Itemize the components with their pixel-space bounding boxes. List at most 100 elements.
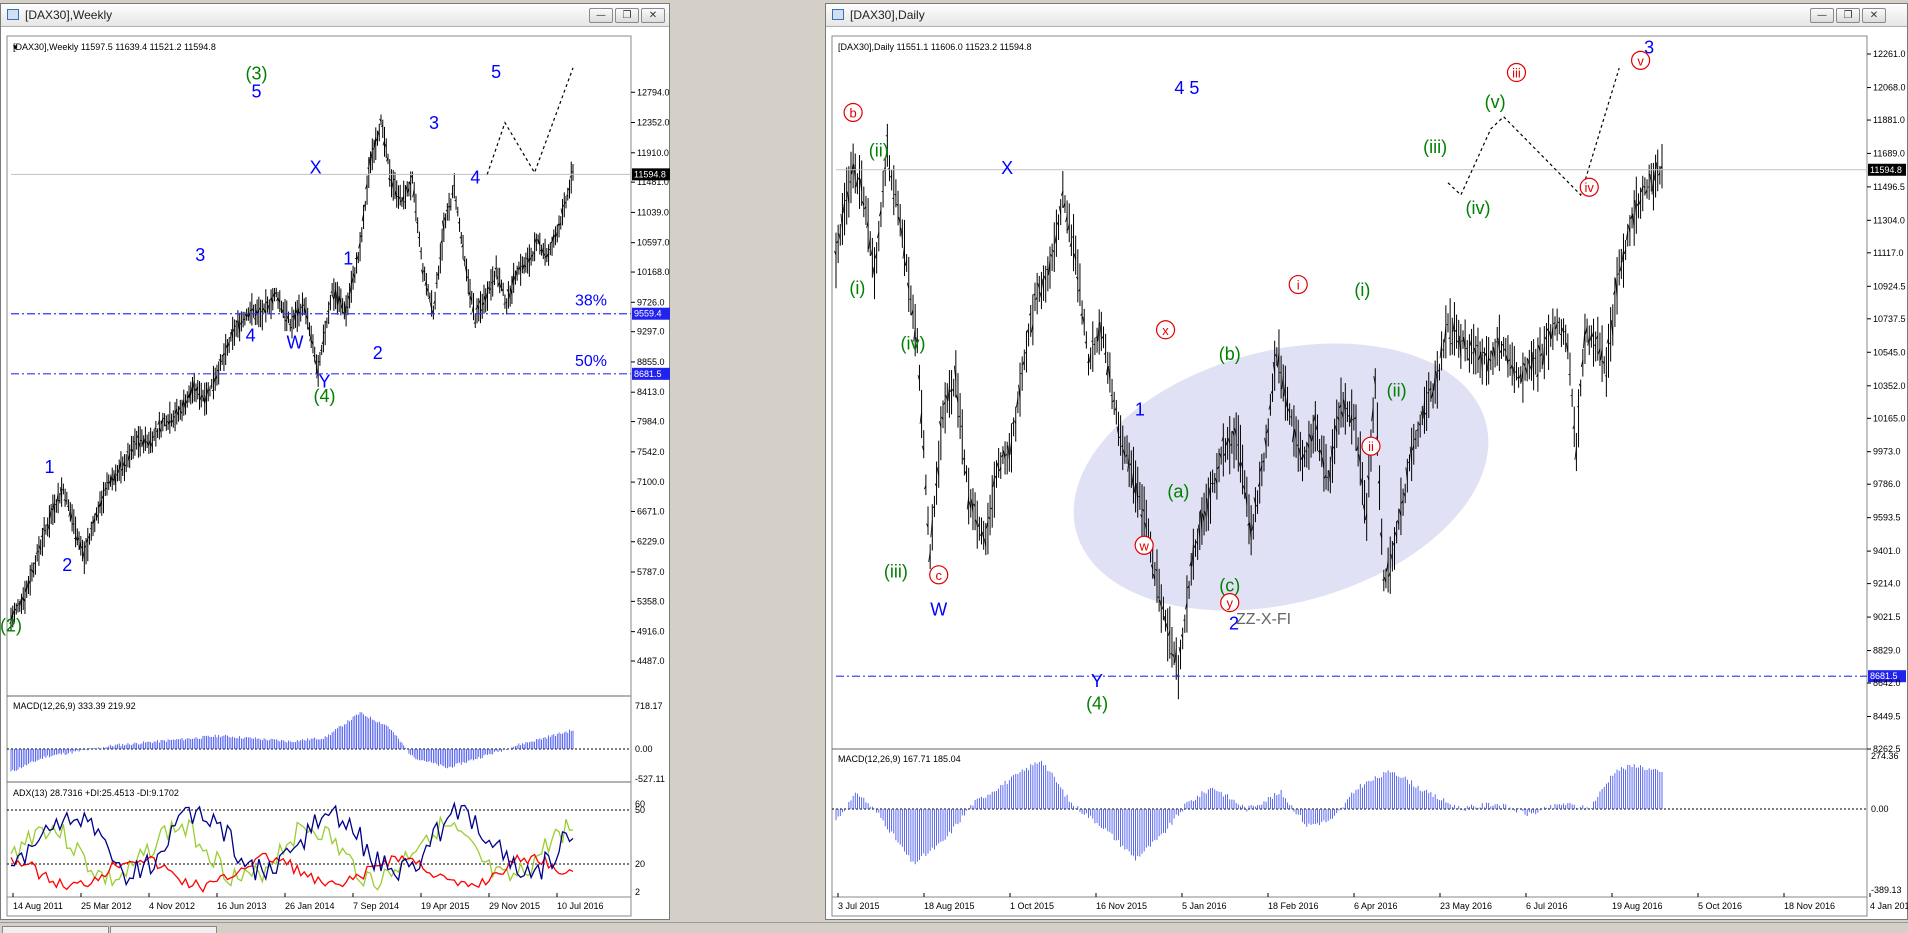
price-tick — [1327, 477, 1329, 478]
x-tick-label: 4 Jan 2017 — [1870, 901, 1908, 911]
x-tick-label: 6 Jul 2016 — [1526, 901, 1568, 911]
wave-label: ii — [1368, 439, 1374, 454]
wave-label: (iv) — [901, 334, 926, 354]
price-tick — [135, 444, 137, 445]
daily-chart-window[interactable]: [DAX30],Daily — ❐ ✕ 11594.88681.5 4 53b(… — [825, 3, 1908, 920]
y-tick-label: 8449.5 — [1873, 711, 1901, 721]
wave-label: 4 5 — [1174, 78, 1199, 98]
y-tick-label: 9214.0 — [1873, 579, 1901, 589]
price-tick — [456, 212, 458, 213]
price-tick — [1483, 352, 1485, 353]
wave-label: 2 — [373, 343, 383, 363]
wave-label: (2) — [1, 615, 22, 635]
adx-tick-label: 50 — [635, 805, 645, 815]
wave-label: 3 — [429, 113, 439, 133]
y-tick-label: 10597.0 — [637, 238, 670, 248]
adx-tick-label: 20 — [635, 859, 645, 869]
price-tick — [549, 249, 551, 250]
wave-label: w — [1138, 538, 1149, 553]
y-tick-label: 12068.0 — [1873, 83, 1906, 93]
wave-label: 1 — [44, 457, 54, 477]
x-tick-label: 29 Nov 2015 — [489, 901, 540, 911]
wave-label: (i) — [1354, 280, 1370, 300]
wave-label: 5 — [491, 62, 501, 82]
macd-tick-label: 274.36 — [1871, 751, 1899, 761]
y-tick-label: 11039.0 — [637, 207, 669, 217]
y-tick-label: 7100.0 — [637, 477, 665, 487]
macd-tick-label: 718.17 — [635, 701, 663, 711]
price-tick — [104, 490, 106, 491]
x-tick-label: 16 Nov 2015 — [1096, 901, 1147, 911]
weekly-chart-canvas[interactable]: 11594.89559.438%8681.550% (2)1234(3)5WXY… — [1, 4, 671, 921]
tab-bar — [0, 922, 1908, 933]
y-tick-label: 9021.5 — [1873, 612, 1901, 622]
adx-tick-label: 2 — [635, 887, 640, 897]
wave-label: 2 — [62, 555, 72, 575]
y-tick-label: 11304.0 — [1873, 215, 1905, 225]
daily-macd-label: MACD(12,26,9) 167.71 185.04 — [838, 754, 961, 764]
weekly-chart-window[interactable]: [DAX30],Weekly — ❐ ✕ 11594.89559.438%868… — [0, 3, 670, 920]
price-tick — [208, 390, 210, 391]
y-tick-label: 12794.0 — [637, 87, 670, 97]
wave-label: iv — [1585, 180, 1595, 195]
y-tick-label: 8413.0 — [637, 387, 665, 397]
price-tick — [526, 258, 528, 259]
wave-label: x — [1162, 323, 1169, 338]
y-tick-label: 11481.0 — [637, 177, 669, 187]
price-tick — [393, 179, 395, 180]
y-tick-label: 12352.0 — [637, 118, 670, 128]
wave-label: (iii) — [884, 561, 908, 581]
wave-label: (4) — [1086, 693, 1108, 713]
wave-label: i — [1297, 278, 1300, 293]
price-tick — [451, 194, 453, 195]
price-tick — [892, 198, 894, 199]
x-tick-label: 6 Apr 2016 — [1354, 901, 1398, 911]
daily-chart-canvas[interactable]: 11594.88681.5 4 53b(ii)(i)(iv)(iii)cWXY(… — [826, 4, 1908, 921]
wave-label: (b) — [1219, 344, 1241, 364]
wave-label: (v) — [1485, 92, 1506, 112]
fib-percent-label: 38% — [575, 293, 607, 310]
x-tick-label: 3 Jul 2015 — [838, 901, 880, 911]
wave-label: y — [1226, 596, 1233, 611]
x-tick-label: 1 Oct 2015 — [1010, 901, 1054, 911]
y-tick-label: 8855.0 — [637, 357, 665, 367]
window-splitter[interactable] — [670, 3, 676, 920]
x-tick-label: 5 Jan 2016 — [1182, 901, 1227, 911]
y-tick-label: 8642.0 — [1873, 678, 1901, 688]
wave-label: 3 — [195, 245, 205, 265]
y-tick-label: 4487.0 — [637, 656, 665, 666]
y-tick-label: 9297.0 — [637, 327, 665, 337]
wave-label: (c) — [1219, 575, 1240, 595]
y-tick-label: 9973.0 — [1873, 447, 1901, 457]
y-tick-label: 11881.0 — [1873, 115, 1905, 125]
y-tick-label: 10924.5 — [1873, 281, 1906, 291]
wave-label: (ii) — [1387, 381, 1407, 401]
wave-label: W — [286, 333, 303, 353]
price-tick — [448, 207, 450, 208]
wave-label: Y — [1091, 671, 1103, 691]
y-tick-label: 9593.5 — [1873, 513, 1901, 523]
weekly-ohlc-header: [DAX30],Weekly 11597.5 11639.4 11521.2 1… — [13, 42, 216, 52]
macd-tick-label: -527.11 — [635, 774, 665, 784]
y-tick-label: 12261.0 — [1873, 49, 1906, 59]
x-tick-label: 7 Sep 2014 — [353, 901, 399, 911]
y-tick-label: 5358.0 — [637, 596, 665, 606]
wave-label: 4 — [246, 326, 256, 346]
wave-label: (iii) — [1423, 137, 1447, 157]
x-tick-label: 5 Oct 2016 — [1698, 901, 1742, 911]
macd-tick-label: 0.00 — [635, 744, 653, 754]
price-tick — [537, 240, 539, 241]
x-tick-label: 18 Aug 2015 — [924, 901, 975, 911]
x-tick-label: 16 Jun 2013 — [217, 901, 267, 911]
weekly-macd-label: MACD(12,26,9) 333.39 219.92 — [13, 701, 136, 711]
x-tick-label: 19 Apr 2015 — [421, 901, 470, 911]
y-tick-label: 5787.0 — [637, 567, 665, 577]
fib-price-tag: 9559.4 — [634, 309, 662, 319]
price-tick — [1290, 417, 1292, 418]
x-tick-label: 4 Nov 2012 — [149, 901, 195, 911]
x-tick-label: 14 Aug 2011 — [13, 901, 63, 911]
y-tick-label: 6671.0 — [637, 506, 665, 516]
collapse-arrow-icon[interactable]: ▾ — [13, 42, 18, 52]
daily-price-axis: 12261.012068.011881.011689.011496.511304… — [1867, 49, 1906, 754]
daily-ohlc-header: [DAX30],Daily 11551.1 11606.0 11523.2 11… — [838, 42, 1031, 52]
